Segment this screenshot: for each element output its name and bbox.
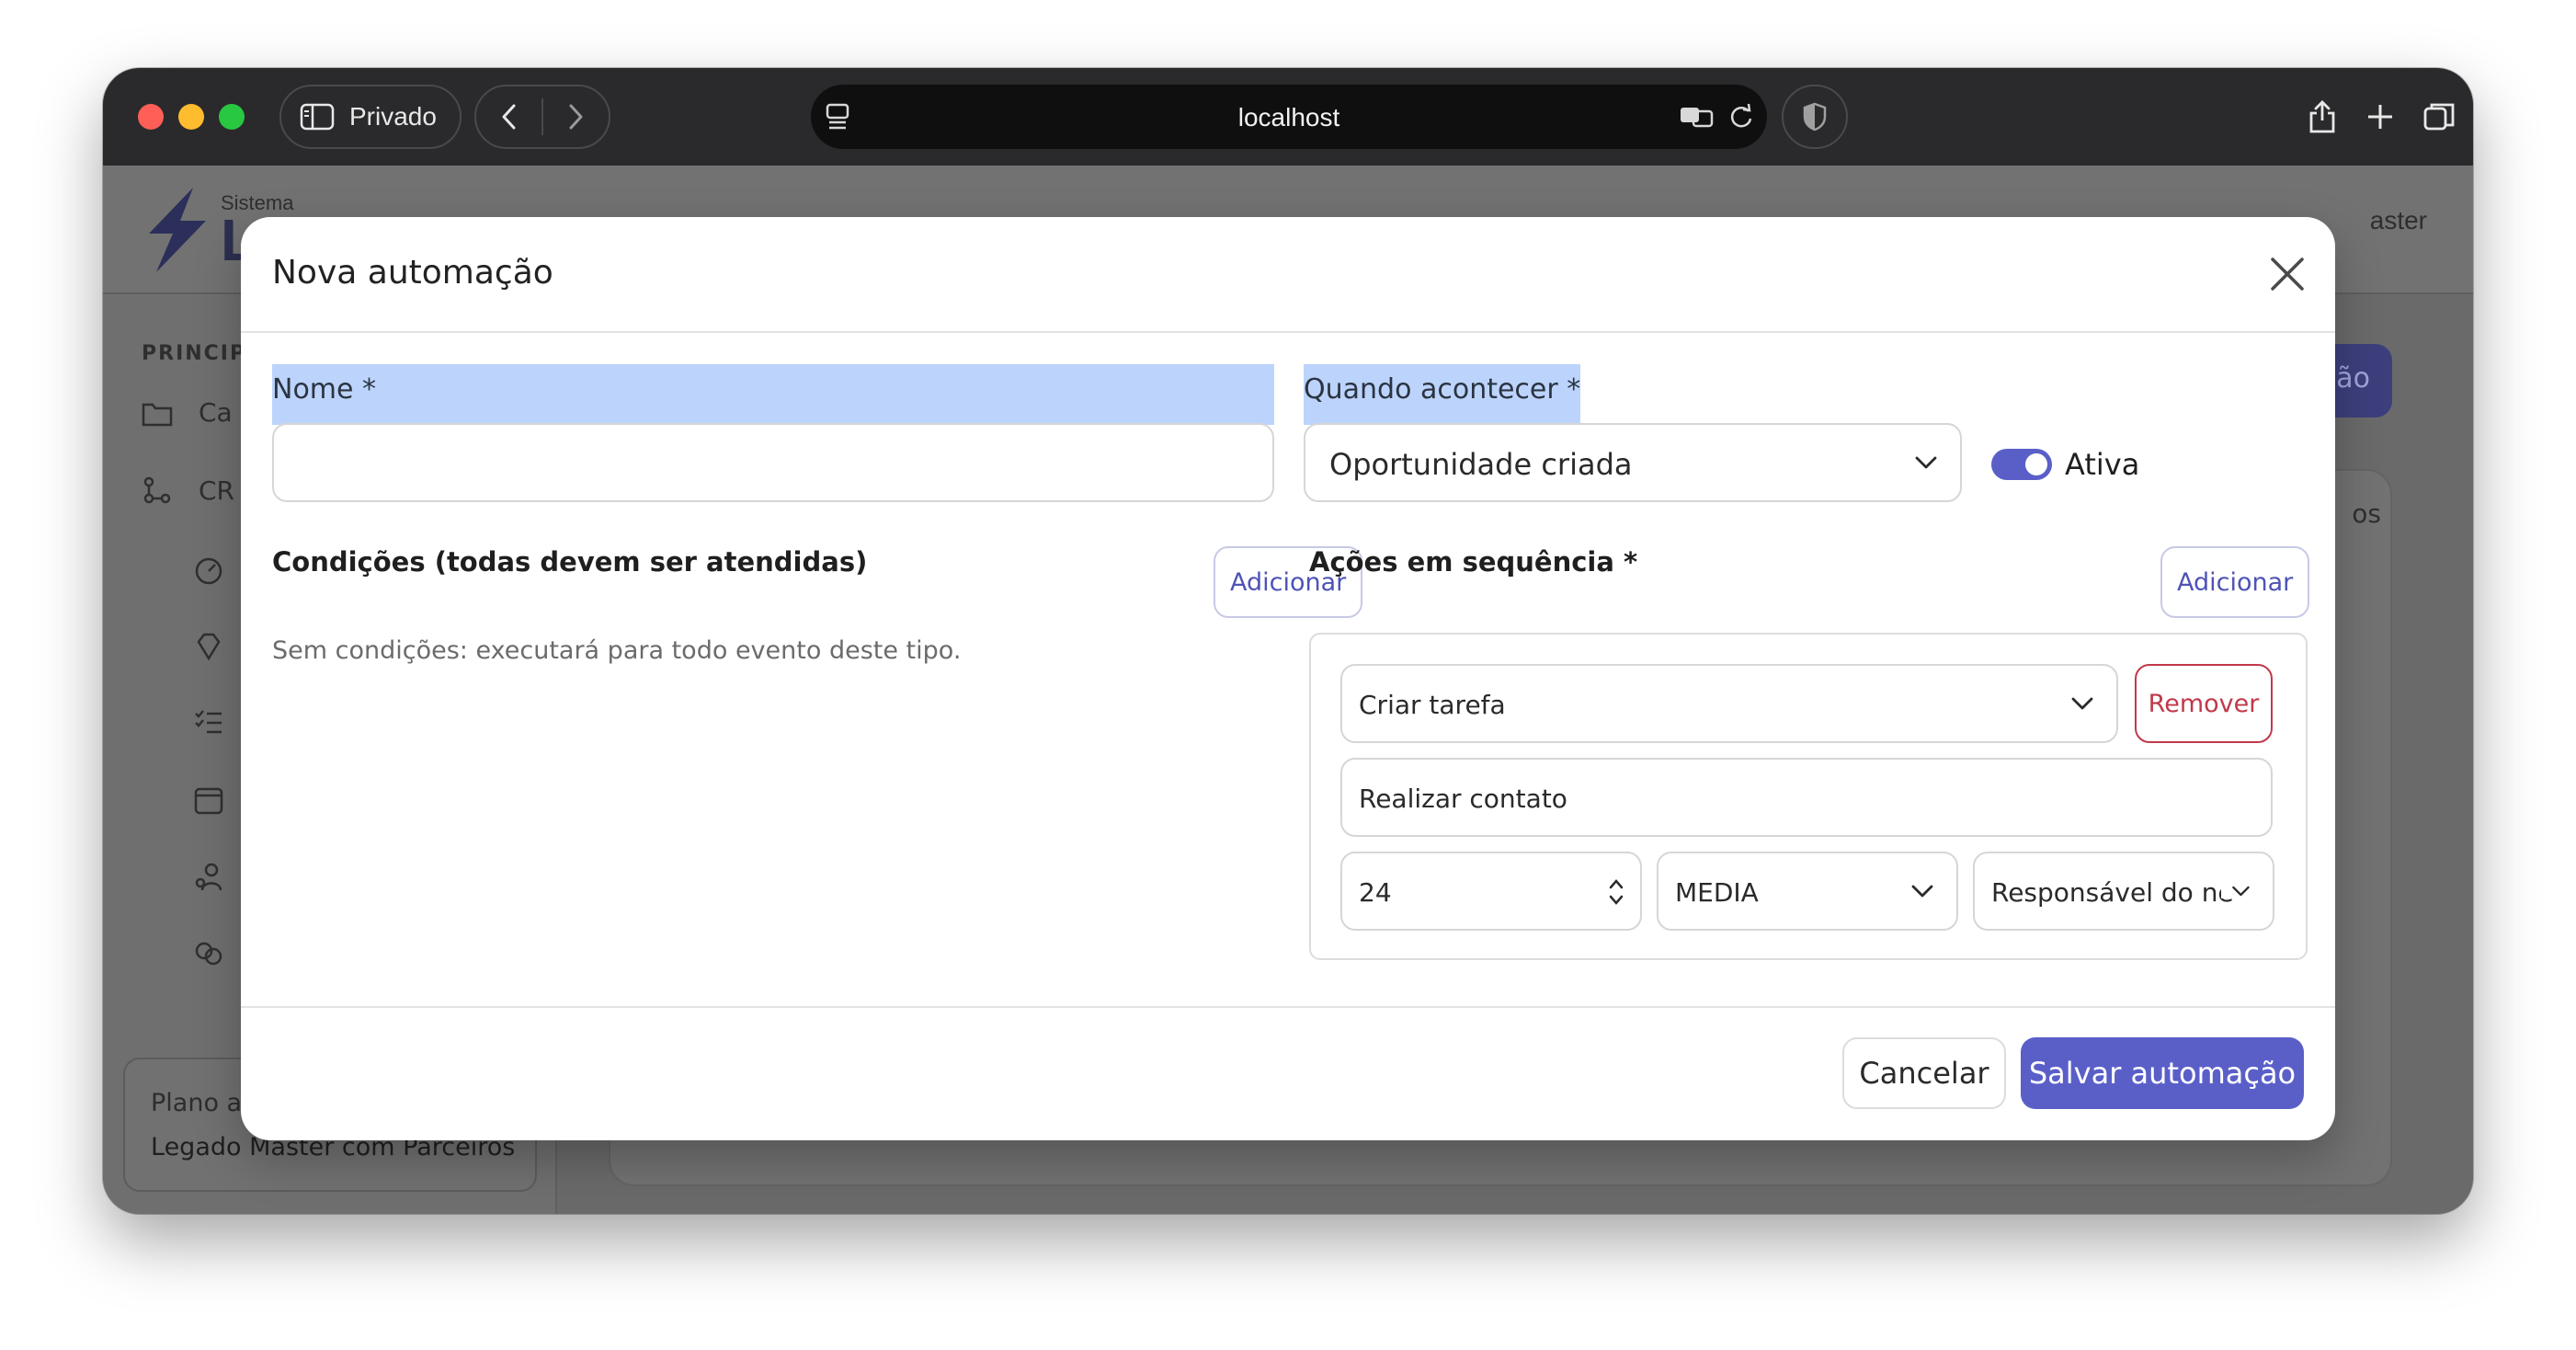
shield-icon [1803, 102, 1827, 132]
active-toggle[interactable] [1991, 449, 2052, 480]
action-type-value: Criar tarefa [1359, 690, 1506, 720]
plan-title: Plano at [151, 1089, 252, 1117]
zoom-window-button[interactable] [219, 104, 245, 130]
address-url: localhost [1237, 103, 1340, 132]
assignee-value: Responsável do ne [1991, 877, 2234, 908]
dashboard-icon[interactable] [193, 555, 224, 587]
user-menu[interactable]: aster [2370, 206, 2427, 235]
modal-header: Nova automação [241, 217, 2335, 333]
action-type-select[interactable]: Criar tarefa [1340, 664, 2118, 743]
conditions-hint: Sem condições: executará para todo event… [272, 636, 962, 665]
conditions-title: Condições (todas devem ser atendidas) [272, 546, 868, 578]
event-select-value: Oportunidade criada [1329, 447, 1633, 482]
close-window-button[interactable] [138, 104, 164, 130]
chevron-down-icon [2071, 697, 2093, 710]
when-label: Quando acontecer * [1304, 373, 1581, 406]
hours-value: 24 [1359, 877, 1392, 908]
sidebar-toggle-button[interactable]: Privado [279, 85, 462, 149]
sidebar-item-crm[interactable]: CR [142, 475, 234, 506]
name-label: Nome * [272, 373, 377, 406]
automation-modal: Nova automação Nome * Quando acontecer *… [241, 217, 2335, 1140]
priority-value: MEDIA [1675, 877, 1759, 908]
share-icon[interactable] [2306, 98, 2339, 135]
modal-footer-divider [241, 1006, 2335, 1008]
hours-number-input[interactable]: 24 [1340, 852, 1642, 931]
toggle-knob [2025, 453, 2047, 475]
nav-buttons [474, 85, 610, 149]
reload-icon[interactable] [1728, 102, 1754, 132]
event-select[interactable]: Oportunidade criada [1304, 423, 1962, 502]
remove-action-button[interactable]: Remover [2135, 664, 2273, 743]
sidebar-item-label: CR [199, 475, 235, 506]
nav-separator [541, 98, 543, 135]
diamond-icon[interactable] [193, 631, 224, 662]
modal-title: Nova automação [272, 254, 553, 292]
sidebar-icon [300, 103, 335, 131]
private-label: Privado [349, 102, 437, 131]
actions-title: Ações em sequência * [1309, 546, 1638, 578]
checklist-icon[interactable] [193, 706, 224, 738]
close-icon[interactable] [2267, 254, 2308, 294]
browser-titlebar: Privado localhost [103, 68, 2473, 166]
translate-icon[interactable] [1679, 102, 1715, 132]
folder-icon [142, 403, 173, 426]
tabs-overview-icon[interactable] [2422, 99, 2456, 134]
link-icon[interactable] [193, 938, 224, 969]
sidebar-item-cadastros[interactable]: Ca [142, 397, 233, 428]
chevron-down-icon [2221, 884, 2251, 898]
name-label-highlight: Nome * [272, 364, 1274, 425]
network-icon [143, 476, 171, 504]
priority-select[interactable]: MEDIA [1657, 852, 1958, 931]
name-input[interactable] [272, 423, 1274, 502]
new-tab-icon[interactable] [2365, 101, 2396, 132]
task-title-value: Realizar contato [1359, 784, 1567, 814]
logo-icon [149, 188, 206, 272]
when-label-highlight: Quando acontecer * [1304, 364, 1581, 425]
stepper-icon[interactable] [1607, 875, 1625, 909]
add-action-button[interactable]: Adicionar [2160, 546, 2310, 618]
back-icon[interactable] [498, 102, 520, 132]
forward-icon[interactable] [564, 102, 587, 132]
task-title-input[interactable]: Realizar contato [1340, 758, 2273, 837]
contacts-icon[interactable] [193, 861, 224, 892]
tab-fragment: os [2352, 498, 2381, 529]
address-actions [1679, 102, 1754, 132]
address-bar[interactable]: localhost [811, 85, 1767, 149]
assignee-select[interactable]: Responsável do ne [1973, 852, 2274, 931]
chevron-down-icon [1915, 456, 1937, 469]
cancel-button[interactable]: Cancelar [1842, 1037, 2006, 1109]
calendar-icon[interactable] [193, 784, 224, 815]
chevron-down-icon [1911, 885, 1933, 898]
save-automation-button[interactable]: Salvar automação [2021, 1037, 2304, 1109]
privacy-shield-button[interactable] [1782, 85, 1848, 149]
minimize-window-button[interactable] [178, 104, 204, 130]
toolbar-right [2306, 85, 2456, 149]
sidebar-item-label: Ca [199, 397, 233, 428]
active-label: Ativa [2065, 447, 2140, 482]
